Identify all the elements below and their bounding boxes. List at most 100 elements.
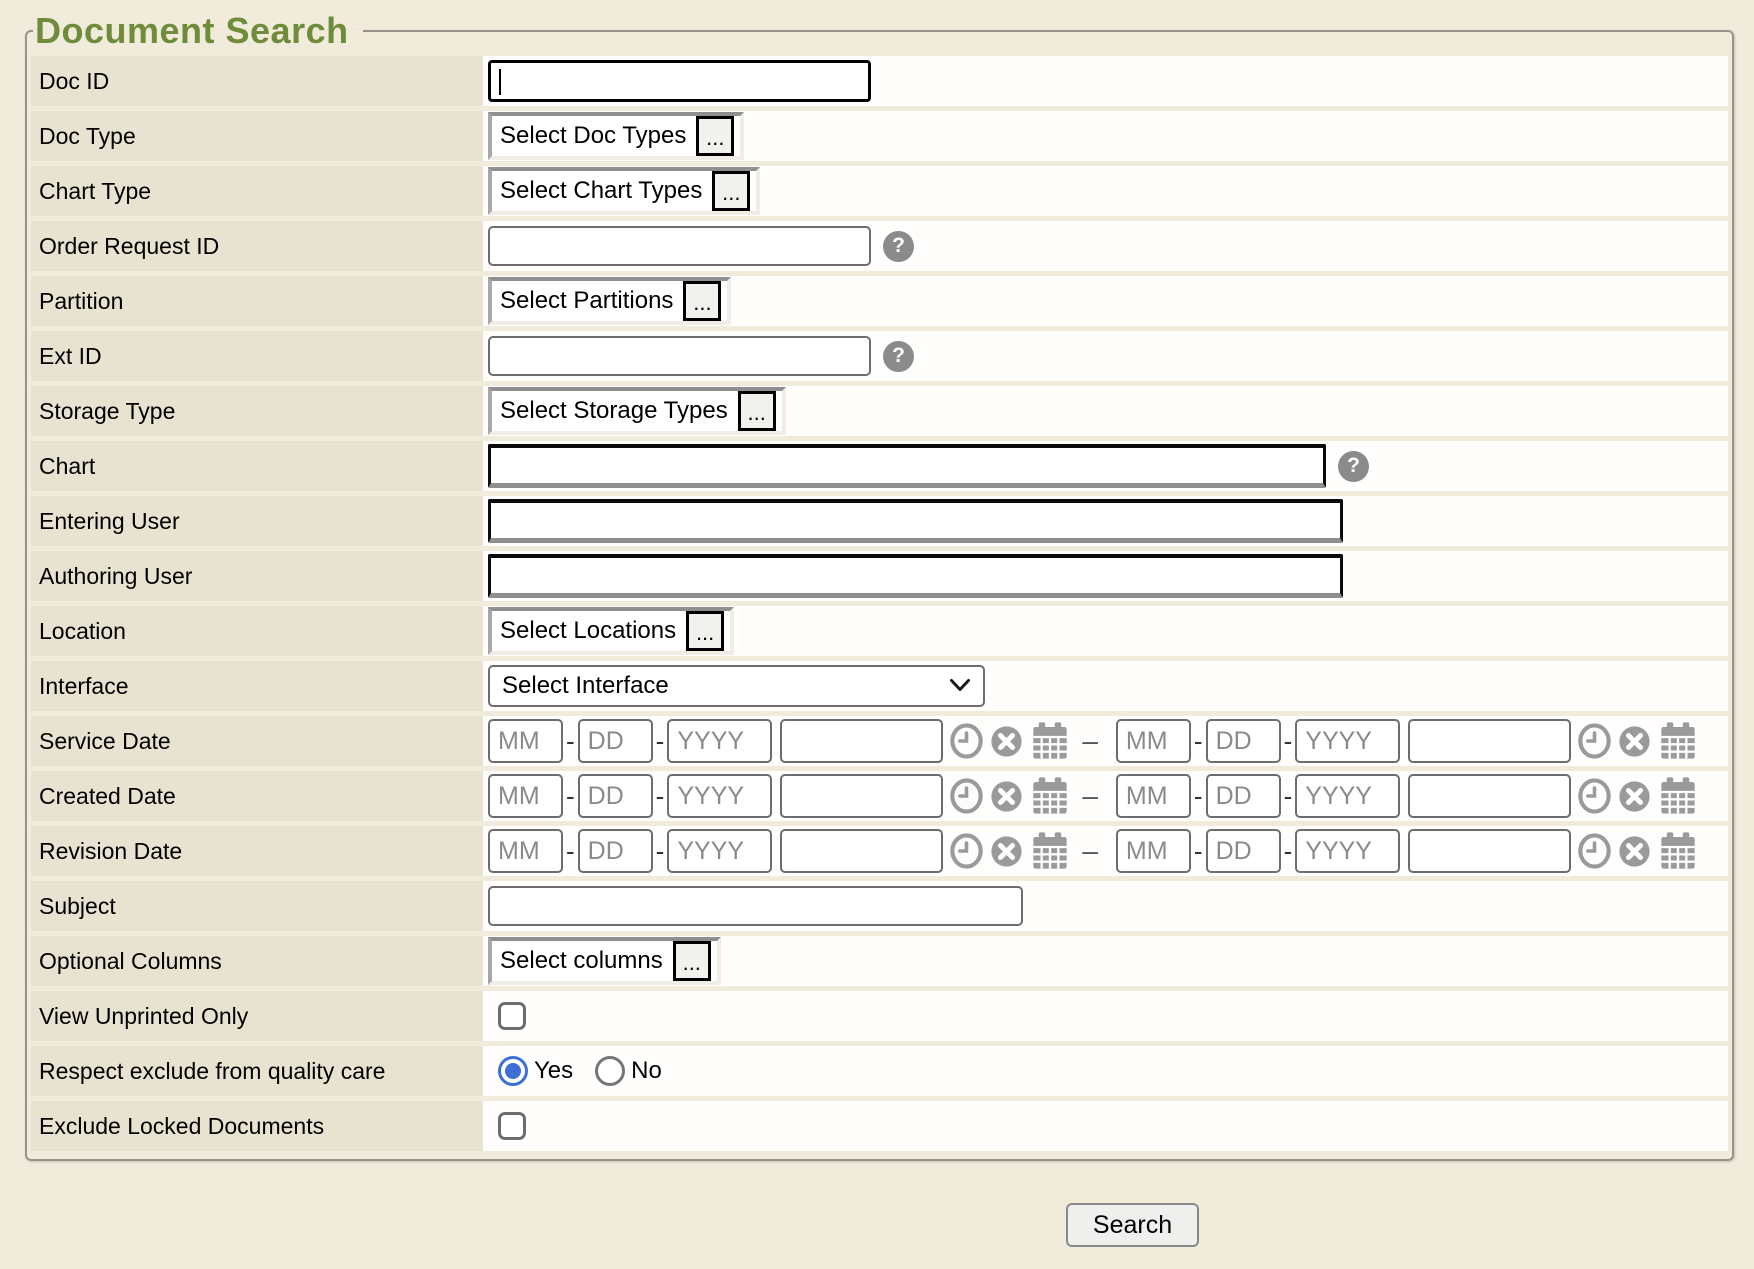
order-request-id-input[interactable] <box>488 226 871 266</box>
storage-type-multiselect[interactable]: Select Storage Types... <box>488 387 786 435</box>
row-doc-type: Doc TypeSelect Doc Types... <box>31 111 1728 161</box>
service-date-to-month-input[interactable] <box>1116 719 1191 763</box>
created-date-to-clear-icon[interactable] <box>1618 780 1651 813</box>
created-date-to-year-input[interactable] <box>1295 774 1400 818</box>
service-date-from-year-input[interactable] <box>667 719 772 763</box>
doc-id-input[interactable] <box>488 60 871 102</box>
revision-date-from-time-input[interactable] <box>780 829 943 873</box>
partition-more-button[interactable]: ... <box>683 281 721 321</box>
service-date-to-clock-icon[interactable] <box>1578 723 1611 759</box>
doc-type-more-button[interactable]: ... <box>696 116 734 156</box>
view-unprinted-only-checkbox[interactable] <box>498 1002 526 1030</box>
revision-date-from-month-input[interactable] <box>488 829 563 873</box>
optional-columns-input-cell: Select columns... <box>483 936 1728 986</box>
row-created-date: Created Date--–-- <box>31 771 1728 821</box>
service-date-from-clock-icon[interactable] <box>950 723 983 759</box>
chart-help-icon[interactable]: ? <box>1338 451 1369 482</box>
row-location: LocationSelect Locations... <box>31 606 1728 656</box>
order-request-id-help-icon[interactable]: ? <box>883 231 914 262</box>
respect-exclude-quality-care-radio-no[interactable] <box>595 1056 625 1086</box>
order-request-id-label: Order Request ID <box>31 221 483 271</box>
ext-id-help-icon[interactable]: ? <box>883 341 914 372</box>
date-separator: - <box>566 781 575 812</box>
doc-type-label: Doc Type <box>31 111 483 161</box>
revision-date-to-month-input[interactable] <box>1116 829 1191 873</box>
location-multiselect[interactable]: Select Locations... <box>488 607 734 655</box>
date-range-separator: – <box>1082 780 1098 812</box>
row-revision-date: Revision Date--–-- <box>31 826 1728 876</box>
respect-exclude-quality-care-radio-yes[interactable] <box>498 1056 528 1086</box>
chart-type-more-button[interactable]: ... <box>712 171 750 211</box>
revision-date-from-clear-icon[interactable] <box>990 835 1023 868</box>
created-date-from-calendar-icon[interactable] <box>1030 776 1070 816</box>
created-date-input-cell: --–-- <box>483 771 1728 821</box>
created-date-from-clock-icon[interactable] <box>950 778 983 814</box>
date-separator: - <box>566 726 575 757</box>
chart-type-multiselect-value: Select Chart Types <box>500 177 702 205</box>
storage-type-more-button[interactable]: ... <box>738 391 776 431</box>
authoring-user-input[interactable] <box>488 554 1343 598</box>
service-date-from-calendar-icon[interactable] <box>1030 721 1070 761</box>
revision-date-to-year-input[interactable] <box>1295 829 1400 873</box>
ext-id-input[interactable] <box>488 336 871 376</box>
created-date-to-clock-icon[interactable] <box>1578 778 1611 814</box>
respect-exclude-quality-care-radio-yes-label[interactable]: Yes <box>534 1057 573 1085</box>
created-date-from-time-input[interactable] <box>780 774 943 818</box>
revision-date-to-clear-icon[interactable] <box>1618 835 1651 868</box>
service-date-from-month-input[interactable] <box>488 719 563 763</box>
service-date-to-clear-icon[interactable] <box>1618 725 1651 758</box>
service-date-to-year-input[interactable] <box>1295 719 1400 763</box>
service-date-from-time-input[interactable] <box>780 719 943 763</box>
doc-id-label: Doc ID <box>31 56 483 106</box>
respect-exclude-quality-care-label: Respect exclude from quality care <box>31 1046 483 1096</box>
row-service-date: Service Date--–-- <box>31 716 1728 766</box>
revision-date-from-year-input[interactable] <box>667 829 772 873</box>
revision-date-to-clock-icon[interactable] <box>1578 833 1611 869</box>
created-date-from-year-input[interactable] <box>667 774 772 818</box>
created-date-to-calendar-icon[interactable] <box>1658 776 1698 816</box>
exclude-locked-documents-label: Exclude Locked Documents <box>31 1101 483 1151</box>
doc-type-multiselect[interactable]: Select Doc Types... <box>488 112 744 160</box>
row-respect-exclude-quality-care: Respect exclude from quality care Yes No <box>31 1046 1728 1096</box>
respect-exclude-quality-care-radio-no-label[interactable]: No <box>631 1057 662 1085</box>
text-caret <box>499 69 501 95</box>
created-date-to-month-input[interactable] <box>1116 774 1191 818</box>
service-date-to-calendar-icon[interactable] <box>1658 721 1698 761</box>
created-date-to-time-input[interactable] <box>1408 774 1571 818</box>
revision-date-from-day-input[interactable] <box>578 829 653 873</box>
revision-date-to-day-input[interactable] <box>1206 829 1281 873</box>
authoring-user-input-cell <box>483 551 1728 601</box>
location-more-button[interactable]: ... <box>686 611 724 651</box>
row-chart: Chart? <box>31 441 1728 491</box>
interface-select[interactable]: Select Interface <box>488 665 985 707</box>
revision-date-to-calendar-icon[interactable] <box>1658 831 1698 871</box>
chart-type-multiselect[interactable]: Select Chart Types... <box>488 167 760 215</box>
optional-columns-multiselect[interactable]: Select columns... <box>488 937 721 985</box>
revision-date-from-clock-icon[interactable] <box>950 833 983 869</box>
service-date-to-time-input[interactable] <box>1408 719 1571 763</box>
chart-input[interactable] <box>488 444 1326 488</box>
service-date-input-cell: --–-- <box>483 716 1728 766</box>
entering-user-input[interactable] <box>488 499 1343 543</box>
page-title: Document Search <box>33 10 363 52</box>
optional-columns-more-button[interactable]: ... <box>673 941 711 981</box>
actions-bar: Search <box>0 1203 1754 1247</box>
created-date-from-month-input[interactable] <box>488 774 563 818</box>
service-date-from-clear-icon[interactable] <box>990 725 1023 758</box>
created-date-to-day-input[interactable] <box>1206 774 1281 818</box>
revision-date-to-time-input[interactable] <box>1408 829 1571 873</box>
row-chart-type: Chart TypeSelect Chart Types... <box>31 166 1728 216</box>
created-date-from-day-input[interactable] <box>578 774 653 818</box>
row-ext-id: Ext ID? <box>31 331 1728 381</box>
service-date-to-day-input[interactable] <box>1206 719 1281 763</box>
service-date-from-day-input[interactable] <box>578 719 653 763</box>
exclude-locked-documents-checkbox[interactable] <box>498 1112 526 1140</box>
revision-date-from-calendar-icon[interactable] <box>1030 831 1070 871</box>
search-button[interactable]: Search <box>1066 1203 1199 1247</box>
row-optional-columns: Optional ColumnsSelect columns... <box>31 936 1728 986</box>
partition-multiselect[interactable]: Select Partitions... <box>488 277 731 325</box>
created-date-from-clear-icon[interactable] <box>990 780 1023 813</box>
date-separator: - <box>1284 781 1293 812</box>
subject-input[interactable] <box>488 886 1023 926</box>
search-form-rows: Doc IDDoc TypeSelect Doc Types...Chart T… <box>31 56 1728 1151</box>
